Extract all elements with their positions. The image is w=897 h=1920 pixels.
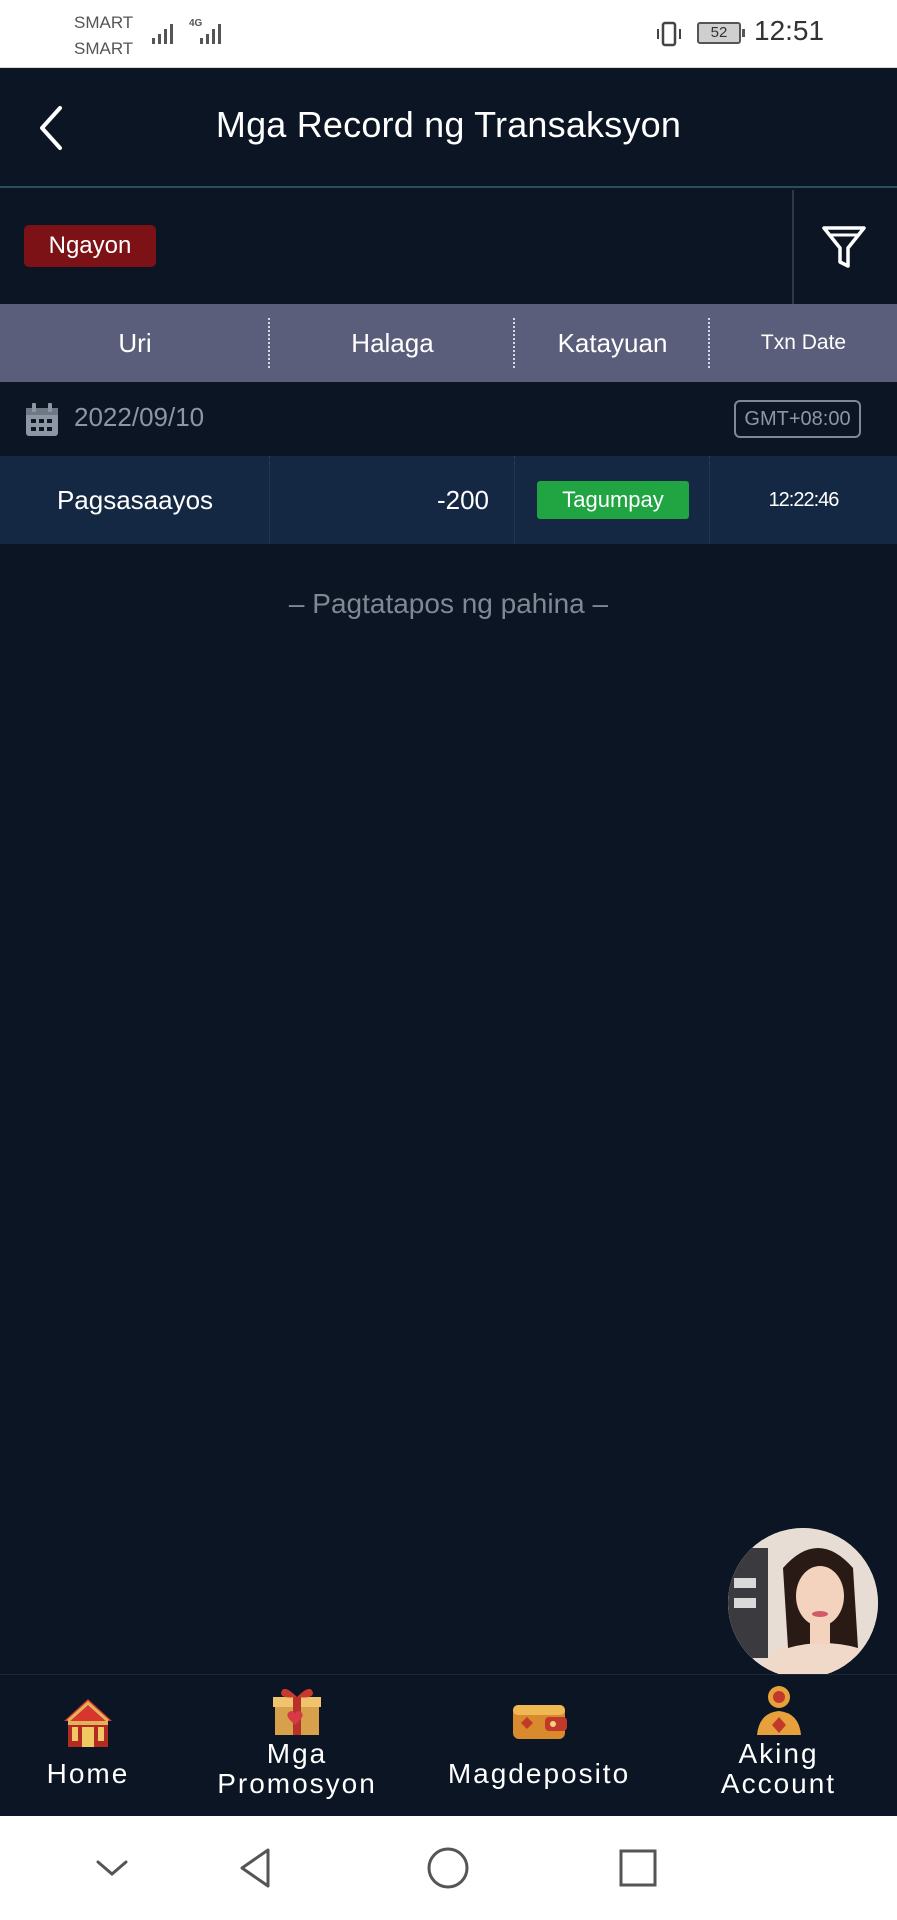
carrier-name-1: SMART: [74, 13, 134, 32]
filter-button[interactable]: [820, 222, 868, 274]
gift-icon: [273, 1688, 321, 1735]
signal-icon: [152, 18, 173, 44]
nav-label-account-2: Account: [720, 1768, 837, 1799]
home-circle-icon[interactable]: [422, 1842, 474, 1894]
clock: 12:51: [754, 15, 825, 46]
wallet-icon: [513, 1705, 567, 1739]
column-header-label: Uri: [118, 328, 152, 358]
group-date: 2022/09/10: [74, 402, 205, 432]
battery-indicator: 52: [697, 22, 745, 44]
filter-bar: Ngayon: [0, 190, 897, 304]
filter-divider: [792, 190, 794, 304]
bottom-navigation: Home Mga Promosyon Magdeposito Aking Acc…: [0, 1674, 897, 1816]
chevron-down-icon[interactable]: [86, 1842, 138, 1894]
nav-home[interactable]: Home: [0, 1675, 176, 1817]
recents-square-icon[interactable]: [612, 1842, 664, 1894]
status-badge: Tagumpay: [537, 481, 689, 519]
column-header-txn-date: Txn Date: [710, 304, 897, 382]
period-chip-today[interactable]: Ngayon: [24, 225, 156, 267]
column-header-label: Katayuan: [557, 328, 668, 358]
column-header-type: Uri: [0, 304, 270, 382]
column-header-label: Txn Date: [760, 331, 847, 354]
back-triangle-icon[interactable]: [230, 1842, 282, 1894]
carrier-name-2: SMART: [74, 39, 134, 58]
nav-account[interactable]: Aking Account: [660, 1675, 897, 1817]
row-type-cell: Pagsasaayos: [0, 456, 270, 544]
calendar-icon: [26, 403, 58, 436]
funnel-icon: [822, 226, 866, 268]
nav-label-deposit: Magdeposito: [447, 1758, 631, 1789]
support-avatar-button[interactable]: [728, 1528, 878, 1678]
carrier-labels: SMART SMART: [74, 10, 133, 62]
account-icon: [756, 1686, 801, 1735]
status-bar: SMART SMART 4G 52 12:51: [0, 0, 897, 68]
table-row[interactable]: Pagsasaayos -200 Tagumpay 12:22:46: [0, 456, 897, 544]
avatar: [728, 1528, 878, 1678]
row-amount: -200: [436, 485, 489, 515]
row-time: 12:22:46: [768, 489, 840, 511]
home-icon: [64, 1699, 112, 1747]
end-of-page-message: – Pagtatapos ng pahina –: [288, 588, 609, 619]
nav-label-account-1: Aking: [738, 1738, 819, 1769]
column-header-status: Katayuan: [515, 304, 710, 382]
nav-label-promotions-1: Mga: [266, 1738, 328, 1769]
system-navigation-bar: [0, 1816, 897, 1920]
column-header-label: Halaga: [351, 328, 434, 358]
column-header-amount: Halaga: [270, 304, 515, 382]
row-status-cell: Tagumpay: [515, 456, 710, 544]
app-header: Mga Record ng Transaksyon: [0, 68, 897, 188]
table-header: Uri Halaga Katayuan Txn Date: [0, 304, 897, 382]
nav-deposit[interactable]: Magdeposito: [418, 1675, 660, 1817]
nav-promotions[interactable]: Mga Promosyon: [176, 1675, 418, 1817]
row-amount-cell: -200: [270, 456, 515, 544]
nav-label-home: Home: [46, 1758, 130, 1789]
signal-icon-2: [200, 18, 221, 44]
nav-label-promotions-2: Promosyon: [217, 1768, 377, 1799]
page-title: Mga Record ng Transaksyon: [215, 104, 682, 145]
timezone-badge: GMT+08:00: [734, 400, 861, 438]
date-group-row: 2022/09/10 GMT+08:00: [0, 382, 897, 456]
vibrate-icon: [657, 21, 681, 47]
row-time-cell: 12:22:46: [710, 456, 897, 544]
row-type: Pagsasaayos: [56, 485, 214, 515]
